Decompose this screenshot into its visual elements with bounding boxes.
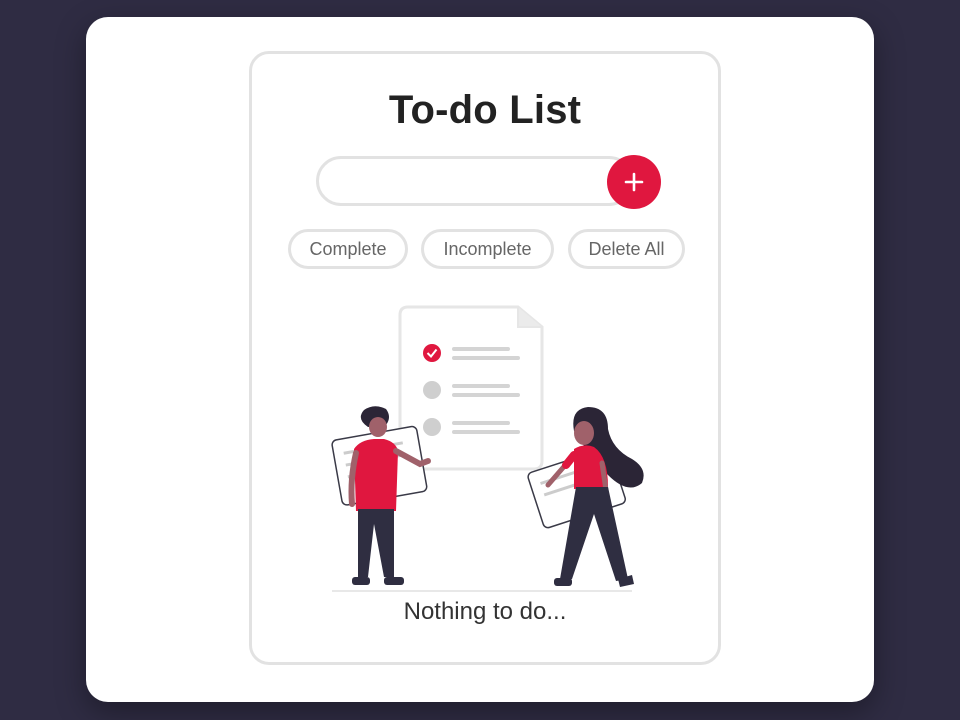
- todo-card: To-do List Complete Incomplete Delete Al…: [249, 51, 721, 665]
- filter-incomplete-button[interactable]: Incomplete: [421, 229, 554, 269]
- app-window: To-do List Complete Incomplete Delete Al…: [86, 17, 874, 702]
- checked-circle-icon: [423, 344, 441, 362]
- man-figure: [331, 406, 431, 585]
- page-title: To-do List: [388, 88, 582, 132]
- unchecked-circle-icon: [423, 418, 441, 436]
- task-input[interactable]: [316, 156, 634, 206]
- delete-all-button[interactable]: Delete All: [568, 229, 685, 269]
- checklist-document: [398, 305, 544, 471]
- unchecked-circle-icon: [423, 381, 441, 399]
- empty-state-illustration: [331, 305, 644, 592]
- empty-state-message: Nothing to do...: [403, 598, 567, 625]
- add-task-button[interactable]: [607, 155, 661, 209]
- filter-complete-button[interactable]: Complete: [288, 229, 408, 269]
- plus-icon: [624, 172, 644, 192]
- woman-figure: [527, 407, 644, 587]
- task-input-group: [316, 155, 661, 209]
